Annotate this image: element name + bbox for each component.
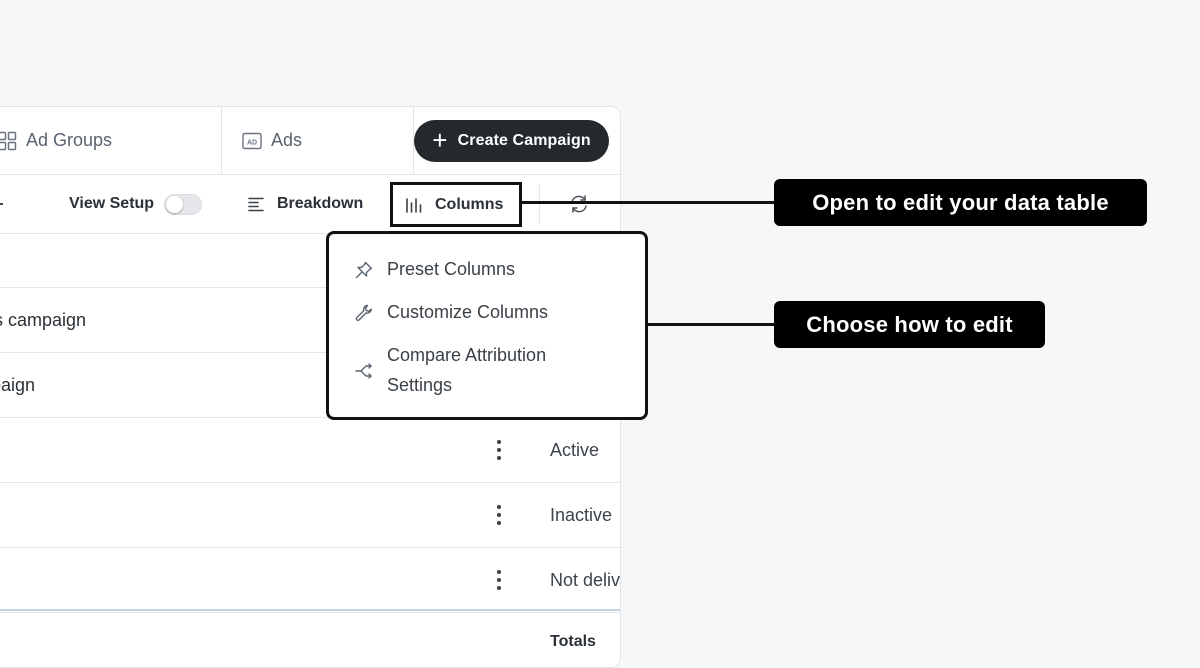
breakdown-label: Breakdown (277, 195, 364, 212)
tab-ad-groups-label: Ad Groups (26, 130, 113, 150)
columns-button[interactable]: Columns (390, 182, 522, 227)
ad-icon-text: AD (247, 139, 257, 146)
totals-divider (0, 609, 620, 611)
tab-ads[interactable]: AD Ads (222, 107, 414, 174)
toggle-knob (166, 195, 184, 213)
totals-label: Totals (550, 633, 596, 650)
menu-item-label: Preset Columns (387, 259, 516, 279)
plus-icon: + (432, 125, 448, 155)
view-setup-label: View Setup (69, 195, 155, 212)
menu-item-label: Compare Attribution Settings (387, 340, 546, 400)
view-setup-control[interactable]: View Setup (69, 175, 203, 233)
menu-callout: Choose how to edit (774, 301, 1045, 348)
more-options-icon[interactable] (494, 503, 504, 527)
create-campaign-button[interactable]: + Create Campaign (414, 120, 609, 162)
grid-icon (0, 131, 17, 151)
view-setup-toggle[interactable] (164, 193, 203, 215)
columns-label: Columns (435, 195, 504, 213)
ad-icon: AD (242, 131, 262, 151)
toolbar: View Setup Breakdown Columns (0, 174, 620, 234)
columns-menu: Preset Columns Customize Columns Compare… (326, 231, 648, 420)
menu-item-label-line2: Settings (387, 375, 453, 395)
menu-item-preset-columns[interactable]: Preset Columns (354, 254, 515, 284)
toolbar-dash-icon (0, 203, 3, 205)
tab-ads-label: Ads (271, 130, 303, 150)
menu-item-compare-attribution[interactable]: Compare Attribution Settings (354, 340, 546, 400)
more-options-icon[interactable] (494, 438, 504, 462)
row-status: Active (550, 439, 600, 460)
toolbar-divider (539, 184, 540, 224)
row-name[interactable]: ws campaign (0, 288, 86, 352)
table-row[interactable]: Not deliv (0, 548, 620, 613)
breakdown-button[interactable]: Breakdown (247, 175, 363, 233)
wrench-icon (354, 302, 374, 322)
row-status: Inactive (550, 504, 613, 525)
row-name[interactable]: npaign (0, 353, 35, 417)
menu-callout-connector (647, 323, 777, 326)
tab-ad-groups[interactable]: Ad Groups (0, 107, 222, 174)
compare-icon (354, 360, 374, 380)
columns-callout-connector (519, 201, 777, 204)
more-options-icon[interactable] (494, 568, 504, 592)
columns-icon (405, 196, 423, 214)
row-status: Not deliv (550, 569, 621, 590)
refresh-icon[interactable] (568, 193, 590, 215)
pin-icon (354, 259, 374, 279)
breakdown-icon (247, 195, 265, 213)
create-campaign-label: Create Campaign (457, 132, 591, 149)
menu-item-label-line1: Compare Attribution (387, 345, 547, 365)
table-row[interactable]: n Active (0, 418, 620, 483)
table-row[interactable]: Inactive (0, 483, 620, 548)
menu-item-customize-columns[interactable]: Customize Columns (354, 297, 548, 327)
columns-callout: Open to edit your data table (774, 179, 1147, 226)
menu-item-label: Customize Columns (387, 302, 549, 322)
